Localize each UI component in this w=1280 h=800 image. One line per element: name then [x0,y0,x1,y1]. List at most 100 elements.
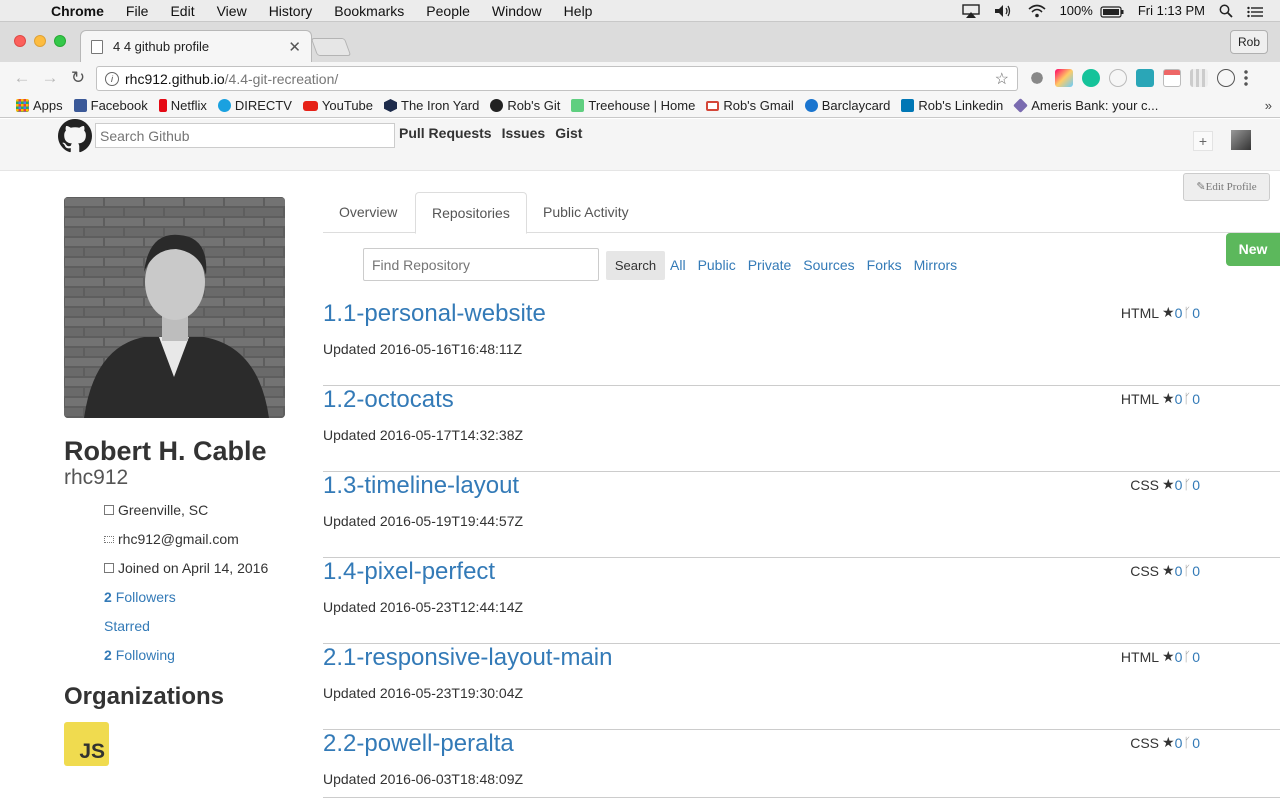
menu-app-chrome[interactable]: Chrome [40,3,115,19]
menu-history[interactable]: History [258,3,324,19]
chrome-menu-icon[interactable] [1244,69,1248,87]
tab-repositories[interactable]: Repositories [415,192,527,234]
repo-fork-count[interactable]: 0 [1192,477,1200,493]
repo-name-link[interactable]: 2.2-powell-peralta [323,730,514,758]
airplay-icon[interactable] [955,3,987,19]
bookmark-iron-yard[interactable]: The Iron Yard [384,98,479,113]
nav-pull-requests[interactable]: Pull Requests [399,125,492,141]
menu-file[interactable]: File [115,3,160,19]
chrome-profile-button[interactable]: Rob [1229,30,1268,54]
filter-all[interactable]: All [670,257,686,273]
volume-icon[interactable] [987,3,1021,19]
mail-icon [104,535,114,543]
menu-view[interactable]: View [206,3,258,19]
filter-public[interactable]: Public [698,257,736,273]
menu-people[interactable]: People [415,3,481,19]
spotlight-search-icon[interactable] [1212,3,1240,19]
dh-extension-icon[interactable] [1136,69,1154,87]
followers-link[interactable]: 2 Followers [104,589,176,605]
github-search-input[interactable] [95,123,395,148]
bookmark-robs-git[interactable]: Rob's Git [490,98,560,113]
bookmark-star-icon[interactable]: ☆ [995,69,1009,89]
clock[interactable]: Fri 1:13 PM [1131,3,1212,18]
new-tab-button[interactable] [310,38,352,56]
browser-tab-active[interactable]: 4 4 github profile ✕ [80,30,312,62]
fork-icon: ᚴ [1183,477,1192,492]
bookmark-apps[interactable]: Apps [16,98,63,113]
battery-icon[interactable] [1100,3,1131,18]
org-javascript-badge[interactable]: JS [64,722,109,766]
star-icon: ★ [1162,562,1175,578]
notification-center-icon[interactable] [1240,3,1270,18]
repo-fork-count[interactable]: 0 [1192,391,1200,407]
user-avatar-small[interactable] [1231,130,1251,150]
repo-star-count[interactable]: 0 [1175,735,1183,751]
repo-updated: Updated 2016-05-23T12:44:14Z [323,599,524,615]
bookmark-gmail[interactable]: Rob's Gmail [706,98,794,113]
repo-name-link[interactable]: 2.1-responsive-layout-main [323,644,612,672]
bookmark-barclaycard[interactable]: Barclaycard [804,98,890,113]
forward-arrow-icon[interactable]: → [36,68,64,88]
github-octocat-logo-icon[interactable] [58,119,92,153]
repo-name-link[interactable]: 1.1-personal-website [323,300,546,328]
back-arrow-icon[interactable]: ← [8,68,36,88]
repo-star-count[interactable]: 0 [1175,391,1183,407]
calendar-extension-icon[interactable] [1163,69,1181,87]
menu-help[interactable]: Help [553,3,604,19]
filter-private[interactable]: Private [748,257,792,273]
bug-extension-icon[interactable] [1028,69,1046,87]
netflix-icon [158,99,167,112]
create-new-plus-button[interactable]: + [1193,131,1213,151]
repo-stats: HTML ★ 0 ᚴ0 [1121,304,1200,321]
repo-search-button[interactable]: Search [606,251,665,280]
grid-extension-icon[interactable] [1190,69,1208,87]
repo-name-link[interactable]: 1.4-pixel-perfect [323,558,495,586]
info-extension-icon[interactable] [1217,69,1235,87]
bookmark-facebook[interactable]: Facebook [73,98,148,113]
following-link[interactable]: 2 Following [104,647,175,663]
bookmark-ameris[interactable]: Ameris Bank: your c... [1013,98,1158,113]
page-info-icon[interactable]: i [105,71,119,86]
repo-fork-count[interactable]: 0 [1192,305,1200,321]
tab-public-activity[interactable]: Public Activity [527,192,645,233]
bookmark-directv[interactable]: DIRECTV [217,98,292,113]
bookmark-youtube[interactable]: YouTube [302,98,373,113]
wifi-icon[interactable] [1021,3,1053,19]
repo-name-link[interactable]: 1.3-timeline-layout [323,472,519,500]
code-extension-icon[interactable] [1109,69,1127,87]
new-repo-button[interactable]: New [1226,233,1280,266]
color-extension-icon[interactable] [1055,69,1073,87]
repo-name-link[interactable]: 1.2-octocats [323,386,454,414]
email-text[interactable]: rhc912@gmail.com [118,531,239,547]
tab-overview[interactable]: Overview [323,192,413,233]
filter-sources[interactable]: Sources [803,257,854,273]
repo-fork-count[interactable]: 0 [1192,735,1200,751]
menu-bookmarks[interactable]: Bookmarks [323,3,415,19]
repo-star-count[interactable]: 0 [1175,649,1183,665]
address-bar[interactable]: i rhc912.github.io/4.4-git-recreation/ ☆ [96,66,1018,91]
repo-fork-count[interactable]: 0 [1192,649,1200,665]
close-window-button[interactable] [14,35,26,47]
find-repository-input[interactable] [363,248,599,281]
bookmark-linkedin[interactable]: Rob's Linkedin [901,98,1003,113]
menu-window[interactable]: Window [481,3,553,19]
repo-star-count[interactable]: 0 [1175,477,1183,493]
bookmark-treehouse[interactable]: Treehouse | Home [571,98,695,113]
filter-forks[interactable]: Forks [867,257,902,273]
repo-fork-count[interactable]: 0 [1192,563,1200,579]
reload-icon[interactable]: ↻ [64,68,92,88]
ameris-icon [1013,98,1029,113]
close-tab-icon[interactable]: ✕ [288,38,301,56]
repo-star-count[interactable]: 0 [1175,305,1183,321]
nav-issues[interactable]: Issues [502,125,546,141]
menu-edit[interactable]: Edit [159,3,205,19]
minimize-window-button[interactable] [34,35,46,47]
starred-link[interactable]: Starred [104,618,150,634]
bookmark-netflix[interactable]: Netflix [158,98,207,113]
repo-star-count[interactable]: 0 [1175,563,1183,579]
nav-gist[interactable]: Gist [555,125,582,141]
filter-mirrors[interactable]: Mirrors [914,257,958,273]
zoom-window-button[interactable] [54,35,66,47]
bookmarks-overflow-icon[interactable]: » [1265,98,1272,113]
grammarly-extension-icon[interactable] [1082,69,1100,87]
